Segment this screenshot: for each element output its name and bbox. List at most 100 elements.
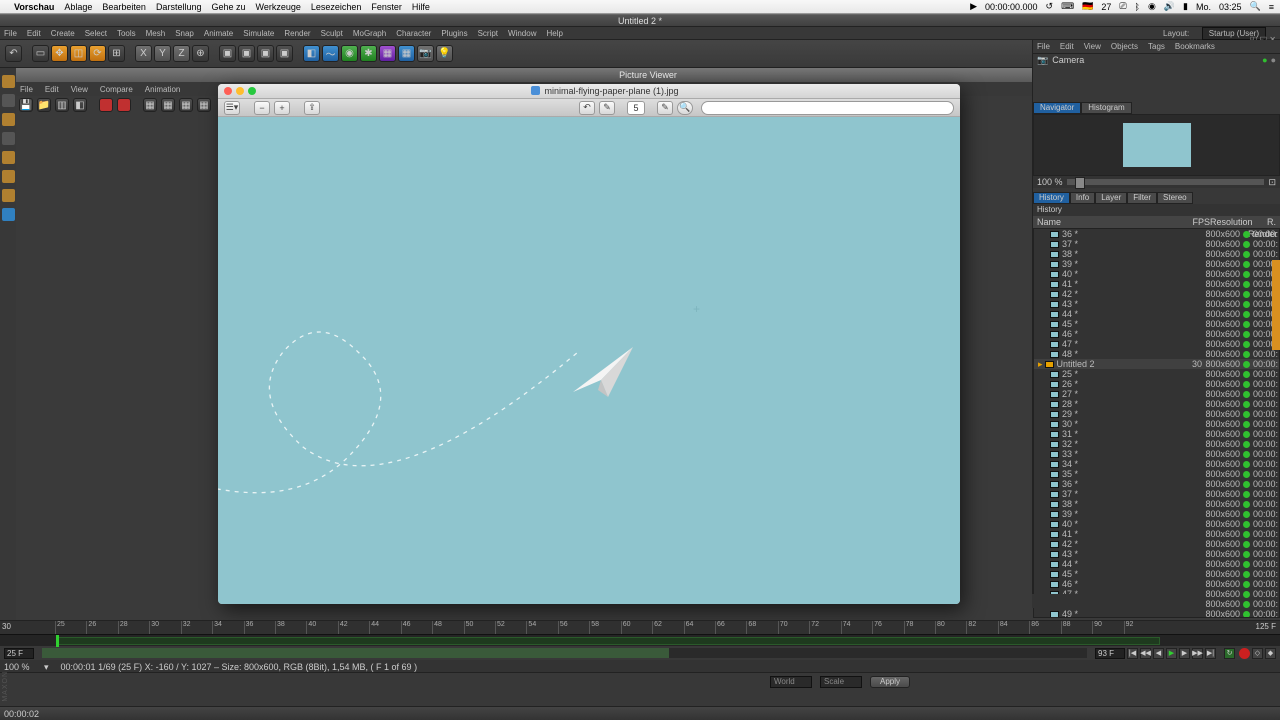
polygon-mode[interactable] (2, 189, 15, 202)
history-row[interactable]: 40 *800x60000:00: (1034, 269, 1279, 279)
history-row[interactable]: 28 *800x60000:00: (1034, 399, 1279, 409)
c4d-menu[interactable]: Create (51, 29, 75, 38)
goto-start-button[interactable]: |◀ (1127, 648, 1138, 659)
array-tool[interactable]: ✱ (360, 45, 377, 62)
light-tool[interactable]: 💡 (436, 45, 453, 62)
vp-menu[interactable]: Edit (45, 85, 59, 94)
autokey-button[interactable]: ◇ (1252, 648, 1263, 659)
c4d-menu[interactable]: Animate (204, 29, 233, 38)
menu-item[interactable]: Fenster (371, 2, 402, 12)
end-frame-field[interactable]: 93 F (1095, 648, 1125, 659)
c4d-menu[interactable]: Edit (27, 29, 41, 38)
keyboard-icon[interactable]: ⌨ (1061, 1, 1074, 12)
zoom-icon[interactable] (248, 87, 256, 95)
pv-ab-b-icon[interactable] (117, 98, 131, 112)
tab-history[interactable]: History (1033, 192, 1070, 204)
history-row[interactable]: 48 *800x60000:00: (1034, 349, 1279, 359)
record-button[interactable] (1239, 648, 1250, 659)
rp-menu[interactable]: Edit (1060, 42, 1074, 51)
render-view[interactable]: ▣ (219, 45, 236, 62)
history-row[interactable]: 30 *800x60000:00: (1034, 419, 1279, 429)
history-row[interactable]: 45 *800x60000:00: (1034, 319, 1279, 329)
menu-item[interactable]: Werkzeuge (256, 2, 301, 12)
c4d-menu[interactable]: Character (396, 29, 431, 38)
c4d-menu[interactable]: Mesh (146, 29, 166, 38)
history-row[interactable]: 44 *800x60000:00: (1034, 559, 1279, 569)
history-row[interactable]: 25 *800x60000:00: (1034, 369, 1279, 379)
menu-item[interactable]: Gehe zu (211, 2, 245, 12)
rotate-button[interactable]: ↶ (579, 101, 595, 115)
history-list[interactable]: 36 *800x60000:00:37 *800x60000:00: 38 *80… (1033, 228, 1280, 618)
pv-save-icon[interactable]: 💾 (19, 98, 33, 112)
undo-button[interactable]: ↶ (5, 45, 22, 62)
keyframe-button[interactable]: ◆ (1265, 648, 1276, 659)
y-axis-lock[interactable]: Y (154, 45, 171, 62)
search-field[interactable] (701, 101, 954, 115)
history-row[interactable]: 40 *800x60000:00: (1034, 519, 1279, 529)
history-row[interactable]: 39 *800x60000:00: (1034, 509, 1279, 519)
history-row[interactable]: 27 *800x60000:00: (1034, 389, 1279, 399)
rp-menu[interactable]: Bookmarks (1175, 42, 1215, 51)
edit-button[interactable]: ✎ (657, 101, 673, 115)
vp-menu[interactable]: File (20, 85, 33, 94)
pv-open-icon[interactable]: 📁 (37, 98, 51, 112)
rotate-tool[interactable]: ⟳ (89, 45, 106, 62)
pv-channel-icon[interactable]: ▦ (143, 98, 157, 112)
vp-menu[interactable]: Compare (100, 85, 133, 94)
zoom-fit-icon[interactable]: ⊡ (1268, 177, 1276, 188)
c4d-menu[interactable]: Window (508, 29, 536, 38)
object-row[interactable]: 📷 Camera ●● (1033, 53, 1280, 66)
next-frame-button[interactable]: ▶ (1179, 648, 1190, 659)
c4d-menu[interactable]: File (4, 29, 17, 38)
history-row[interactable]: 49 *800x60000:00: (1034, 609, 1279, 618)
coord-system[interactable]: ⊕ (192, 45, 209, 62)
pv-channel-icon[interactable]: ▦ (197, 98, 211, 112)
c4d-menu[interactable]: Plugins (441, 29, 467, 38)
play-button[interactable]: ▶ (1166, 648, 1177, 659)
history-row[interactable]: 36 *800x60000:00: (1034, 479, 1279, 489)
sync-icon[interactable]: ↺ (1046, 1, 1054, 12)
history-row[interactable]: 38 *800x60000:00: (1034, 249, 1279, 259)
c4d-menu[interactable]: Script (478, 29, 498, 38)
x-axis-lock[interactable]: X (135, 45, 152, 62)
bluetooth-icon[interactable]: ᛒ (1135, 2, 1140, 12)
history-row[interactable]: 39 *800x60000:00: (1034, 259, 1279, 269)
history-row[interactable]: 37 *800x60000:00: (1034, 489, 1279, 499)
history-row[interactable]: 42 *800x60000:00: (1034, 289, 1279, 299)
prev-frame-button[interactable]: ◀ (1153, 648, 1164, 659)
menu-item[interactable]: Lesezeichen (311, 2, 362, 12)
tab-histogram[interactable]: Histogram (1081, 102, 1131, 114)
spotlight-icon[interactable]: 🔍 (1250, 1, 1261, 12)
history-row[interactable]: 46 *800x60000:00: (1034, 579, 1279, 589)
history-row[interactable]: 41 *800x60000:00: (1034, 529, 1279, 539)
camera-tool[interactable]: 📷 (417, 45, 434, 62)
nurbs-tool[interactable]: ◉ (341, 45, 358, 62)
search-button[interactable]: 🔍 (677, 101, 693, 115)
history-row[interactable]: 45 *800x60000:00: (1034, 569, 1279, 579)
zoom-slider[interactable] (1067, 179, 1265, 185)
notification-icon[interactable]: ≡ (1269, 2, 1274, 12)
menu-item[interactable]: Hilfe (412, 2, 430, 12)
pv-channel-icon[interactable]: ▦ (179, 98, 193, 112)
tab-layer[interactable]: Layer (1095, 192, 1127, 204)
c4d-menu[interactable]: Render (284, 29, 310, 38)
wifi-icon[interactable]: ◉ (1148, 1, 1156, 12)
frame-range[interactable] (56, 637, 1160, 645)
timeline-ruler[interactable]: 30 125 F 2526283032343638404244464850525… (0, 620, 1280, 634)
point-mode[interactable] (2, 151, 15, 164)
history-row[interactable]: 43 *800x60000:00: (1034, 549, 1279, 559)
edge-mode[interactable] (2, 170, 15, 183)
date-day[interactable]: Mo. (1196, 2, 1211, 12)
history-row[interactable]: 34 *800x60000:00: (1034, 459, 1279, 469)
page-field[interactable]: 5 (627, 101, 645, 115)
tab-stereo[interactable]: Stereo (1157, 192, 1193, 204)
history-row[interactable]: 26 *800x60000:00: (1034, 379, 1279, 389)
history-row[interactable]: 46 *800x60000:00: (1034, 329, 1279, 339)
tab-info[interactable]: Info (1070, 192, 1095, 204)
date-time[interactable]: 03:25 (1219, 2, 1242, 12)
start-frame-field[interactable]: 25 F (4, 648, 34, 659)
pv-ab-a-icon[interactable] (99, 98, 113, 112)
history-row[interactable]: 47 *800x60000:00: (1034, 339, 1279, 349)
history-row[interactable]: 41 *800x60000:00: (1034, 279, 1279, 289)
playhead[interactable] (56, 635, 59, 647)
